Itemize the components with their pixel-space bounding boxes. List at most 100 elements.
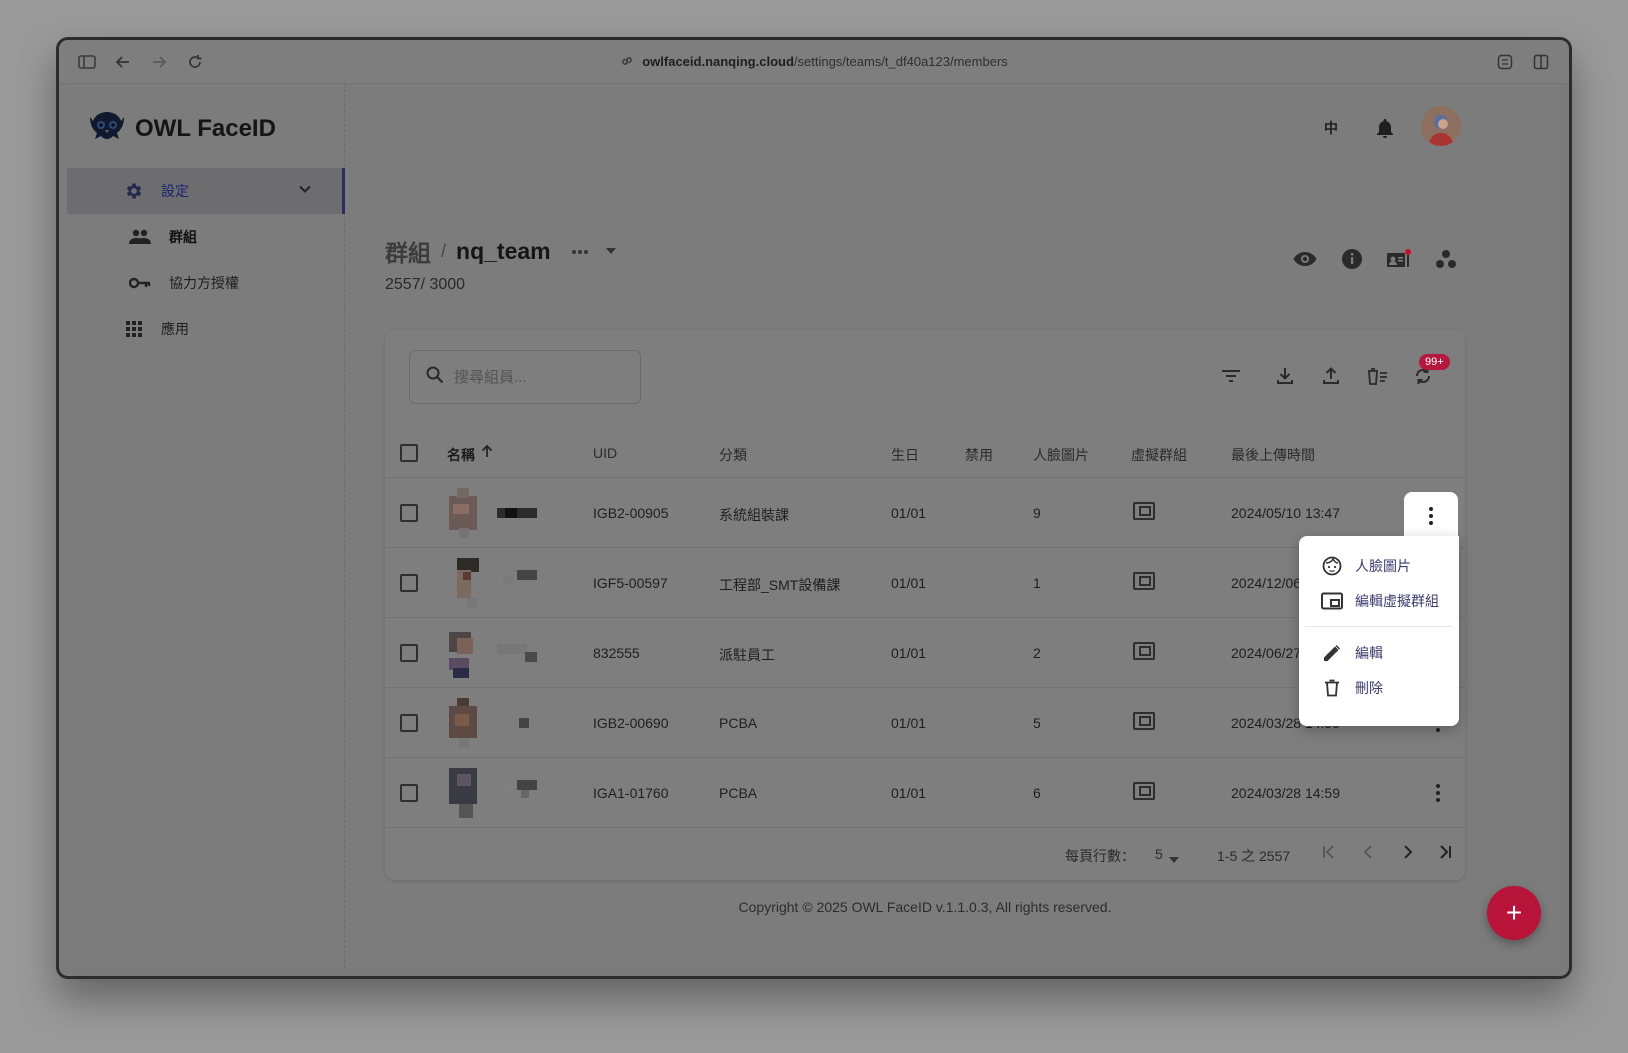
bell-icon[interactable]: [1373, 116, 1397, 140]
pencil-icon: [1321, 642, 1343, 664]
id-card-icon[interactable]: [1385, 246, 1413, 272]
virtual-group-icon[interactable]: [1133, 642, 1155, 660]
cell-face-count: 2: [1033, 645, 1041, 661]
cell-birthday: 01/01: [891, 645, 927, 661]
filter-icon[interactable]: [1219, 364, 1243, 388]
header-name[interactable]: 名稱: [447, 445, 475, 465]
more-horizontal-icon[interactable]: [571, 242, 589, 260]
search-icon: [426, 366, 444, 388]
menu-item-label: 編輯: [1355, 644, 1383, 661]
last-page-icon[interactable]: [1437, 844, 1453, 863]
bulk-delete-icon[interactable]: [1365, 364, 1389, 388]
menu-item-label: 編輯虛擬群組: [1355, 592, 1439, 609]
row-checkbox[interactable]: [400, 714, 418, 732]
cell-category: PCBA: [719, 715, 758, 731]
member-avatar-pixelated: [449, 768, 549, 818]
cell-face-count: 9: [1033, 505, 1041, 521]
sidebar-item-settings[interactable]: 設定: [67, 168, 345, 214]
sidebar-item-groups[interactable]: 群組: [67, 214, 345, 260]
cell-birthday: 01/01: [891, 715, 927, 731]
virtual-group-icon[interactable]: [1133, 782, 1155, 800]
breadcrumb-parent[interactable]: 群組: [385, 234, 431, 268]
app-page: OWL FaceID 設定 群組 協力方授權 應用 中 群組 / nq_team…: [67, 84, 1561, 968]
caret-down-icon[interactable]: [1169, 850, 1179, 866]
menu-item-label: 人臉圖片: [1355, 557, 1411, 574]
add-member-button[interactable]: +: [1487, 886, 1541, 940]
brand[interactable]: OWL FaceID: [87, 106, 276, 151]
cell-birthday: 01/01: [891, 575, 927, 591]
cell-uid: 832555: [593, 645, 640, 661]
first-page-icon[interactable]: [1321, 844, 1337, 863]
rows-per-page-label: 每頁行數：: [1065, 848, 1135, 864]
table-header: 名稱 UID 分類 生日 禁用 人臉圖片 虛擬群組 最後上傳時間: [385, 428, 1465, 478]
address-bar[interactable]: owlfaceid.nanqing.cloud/settings/teams/t…: [59, 54, 1569, 71]
language-switch[interactable]: 中: [1319, 116, 1343, 140]
sidebar-item-label: 協力方授權: [169, 275, 239, 291]
group-dots-icon[interactable]: [1433, 246, 1459, 272]
breadcrumb-separator: /: [441, 240, 447, 261]
info-icon[interactable]: [1339, 246, 1365, 272]
caret-down-icon[interactable]: [605, 242, 617, 260]
page-range: 1-5 之 2557: [1217, 848, 1291, 864]
virtual-group-icon[interactable]: [1133, 712, 1155, 730]
row-checkbox[interactable]: [400, 644, 418, 662]
table-row[interactable]: IGA1-01760 PCBA 01/01 6 2024/03/28 14:59: [385, 758, 1465, 828]
cell-last-upload: 2024/12/06: [1231, 575, 1302, 591]
header-disabled: 禁用: [965, 447, 993, 463]
menu-item-edit[interactable]: 編輯: [1299, 635, 1459, 670]
row-checkbox[interactable]: [400, 784, 418, 802]
cell-face-count: 6: [1033, 785, 1041, 801]
gear-icon: [123, 180, 145, 202]
row-more-vertical-icon-active[interactable]: [1404, 492, 1458, 540]
upload-icon[interactable]: [1319, 364, 1343, 388]
cell-category: 派駐員工: [719, 647, 775, 663]
next-page-icon[interactable]: [1399, 844, 1415, 863]
cell-last-upload: 2024/05/10 13:47: [1231, 505, 1340, 521]
rows-per-page-select[interactable]: 5: [1155, 846, 1163, 862]
header-face-images: 人臉圖片: [1033, 447, 1089, 463]
sidebar: OWL FaceID 設定 群組 協力方授權 應用: [67, 84, 345, 968]
row-checkbox[interactable]: [400, 504, 418, 522]
virtual-group-icon: [1321, 590, 1343, 612]
chevron-down-icon: [298, 182, 312, 199]
virtual-group-icon[interactable]: [1133, 502, 1155, 520]
pagination: 每頁行數： 5 1-5 之 2557: [385, 828, 1465, 880]
breadcrumb-current: nq_team: [456, 237, 551, 264]
cell-uid: IGF5-00597: [593, 575, 668, 591]
download-icon[interactable]: [1273, 364, 1297, 388]
member-avatar-pixelated: [449, 628, 549, 678]
search-box[interactable]: [409, 350, 641, 404]
cell-face-count: 1: [1033, 575, 1041, 591]
eye-icon[interactable]: [1292, 246, 1318, 272]
apps-grid-icon: [123, 318, 145, 340]
menu-item-label: 刪除: [1355, 679, 1383, 696]
sort-up-arrow-icon[interactable]: [481, 444, 493, 461]
menu-item-edit-virtual-group[interactable]: 編輯虛擬群組: [1299, 583, 1459, 618]
cell-last-upload: 2024/06/27: [1231, 645, 1302, 661]
cell-category: 工程部_SMT設備課: [719, 577, 841, 593]
copyright: Copyright © 2025 OWL FaceID v.1.1.0.3, A…: [738, 899, 1112, 915]
prev-page-icon[interactable]: [1361, 844, 1377, 863]
header-uid: UID: [593, 445, 618, 461]
avatar[interactable]: [1421, 106, 1461, 146]
menu-item-delete[interactable]: 刪除: [1299, 670, 1459, 705]
select-all-checkbox[interactable]: [400, 444, 418, 462]
row-checkbox[interactable]: [400, 574, 418, 592]
brand-name: OWL FaceID: [135, 114, 276, 142]
cell-uid: IGA1-01760: [593, 785, 669, 801]
search-input[interactable]: [454, 368, 614, 386]
owl-logo-icon: [87, 106, 127, 151]
cell-face-count: 5: [1033, 715, 1041, 731]
menu-item-face-images[interactable]: 人臉圖片: [1299, 548, 1459, 583]
translate-icon[interactable]: [1495, 52, 1515, 72]
split-view-icon[interactable]: [1531, 52, 1551, 72]
member-count: 2557/ 3000: [385, 276, 466, 293]
sidebar-item-apps[interactable]: 應用: [67, 306, 345, 352]
browser-toolbar: owlfaceid.nanqing.cloud/settings/teams/t…: [59, 40, 1569, 84]
cell-uid: IGB2-00690: [593, 715, 669, 731]
url-host: owlfaceid.nanqing.cloud: [642, 54, 794, 69]
row-more-vertical-icon[interactable]: [1426, 780, 1450, 806]
virtual-group-icon[interactable]: [1133, 572, 1155, 590]
member-avatar-pixelated: [449, 488, 549, 538]
sidebar-item-partner-auth[interactable]: 協力方授權: [67, 260, 345, 306]
